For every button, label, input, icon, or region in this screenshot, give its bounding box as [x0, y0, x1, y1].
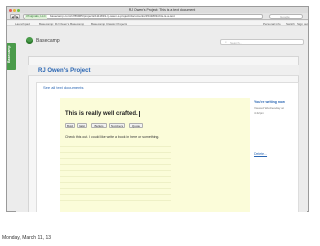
editor-rule — [60, 194, 171, 195]
document-body-text[interactable]: Check this out. I could like write a boo… — [65, 135, 159, 139]
breadcrumb-classic[interactable]: Basecamp Classic Projects — [91, 22, 127, 26]
editor-rule — [60, 146, 171, 147]
document-heading[interactable]: This is really well crafted. — [65, 111, 140, 117]
side-panel: You're writing now Viewed Wednesday at 4… — [254, 100, 296, 160]
url-text: basecamp.com/1789965/projects/1111819-rj… — [50, 15, 175, 19]
formatting-toolbar: Bold Italic Bullets Numbers Quote — [65, 123, 185, 130]
close-window-icon[interactable] — [9, 8, 12, 12]
editor-rule — [60, 182, 171, 183]
app-search-placeholder: Search... — [230, 40, 243, 45]
editor-rule — [60, 158, 171, 159]
secure-badge: 37signals, LLC — [25, 15, 47, 19]
project-title[interactable]: RJ Owen's Project — [38, 68, 90, 74]
bullets-button[interactable]: Bullets — [91, 123, 107, 128]
breadcrumb-launchpad[interactable]: Launchpad — [15, 22, 30, 26]
search-icon: ⌕ — [225, 40, 227, 45]
basecamp-side-tab[interactable]: Basecamp — [7, 43, 16, 70]
breadcrumb-basecamp[interactable]: Basecamp: RJ Owen's Basecamp — [39, 22, 84, 26]
editor-rule — [60, 200, 171, 201]
address-bar[interactable]: 37signals, LLC basecamp.com/1789965/proj… — [23, 14, 263, 19]
browser-toolbar: ◀ ▶ 37signals, LLC basecamp.com/1789965/… — [7, 13, 308, 20]
app-search-input[interactable]: ⌕ Search... — [220, 39, 304, 45]
quote-button[interactable]: Quote — [129, 123, 143, 128]
forward-button[interactable]: ▶ — [15, 14, 20, 19]
delete-link[interactable]: Delete... — [254, 152, 267, 156]
numbers-button[interactable]: Numbers — [109, 123, 125, 128]
secure-label: 37signals, LLC — [26, 15, 46, 18]
browser-search-field[interactable]: Google — [269, 14, 303, 19]
breadcrumb: Launchpad Basecamp: RJ Owen's Basecamp B… — [7, 21, 308, 26]
basecamp-logo-icon[interactable] — [26, 37, 33, 44]
editor-rule — [60, 170, 171, 171]
project-title-bar: RJ Owen's Project — [28, 65, 299, 76]
personal-info-link[interactable]: Personal info — [263, 22, 281, 26]
editor-rule — [60, 188, 171, 189]
side-tab-label: Basecamp — [7, 45, 11, 63]
editor-rule — [60, 176, 171, 177]
footer-date: Monday, March 11, 13 — [2, 235, 52, 241]
basecamp-logo-label[interactable]: Basecamp — [36, 38, 60, 44]
writing-status-title: You're writing now — [254, 100, 285, 104]
italic-button[interactable]: Italic — [77, 123, 87, 128]
writing-status-sub: Viewed Wednesday at 4:42pm — [254, 106, 284, 115]
browser-search-placeholder: Google — [280, 15, 290, 20]
editor-rule — [60, 152, 171, 153]
minimize-window-icon[interactable] — [13, 8, 16, 12]
editor-rule — [60, 164, 171, 165]
switch-link[interactable]: Switch — [286, 22, 295, 26]
zoom-window-icon[interactable] — [17, 8, 20, 12]
see-all-documents-link[interactable]: See all text documents — [43, 85, 83, 90]
sign-out-link[interactable]: Sign out — [297, 22, 308, 26]
window-title: RJ Owen's Project: This is a text docume… — [128, 7, 196, 12]
bold-button[interactable]: Bold — [65, 123, 75, 128]
app-header: Basecamp ⌕ Search... — [16, 27, 307, 53]
